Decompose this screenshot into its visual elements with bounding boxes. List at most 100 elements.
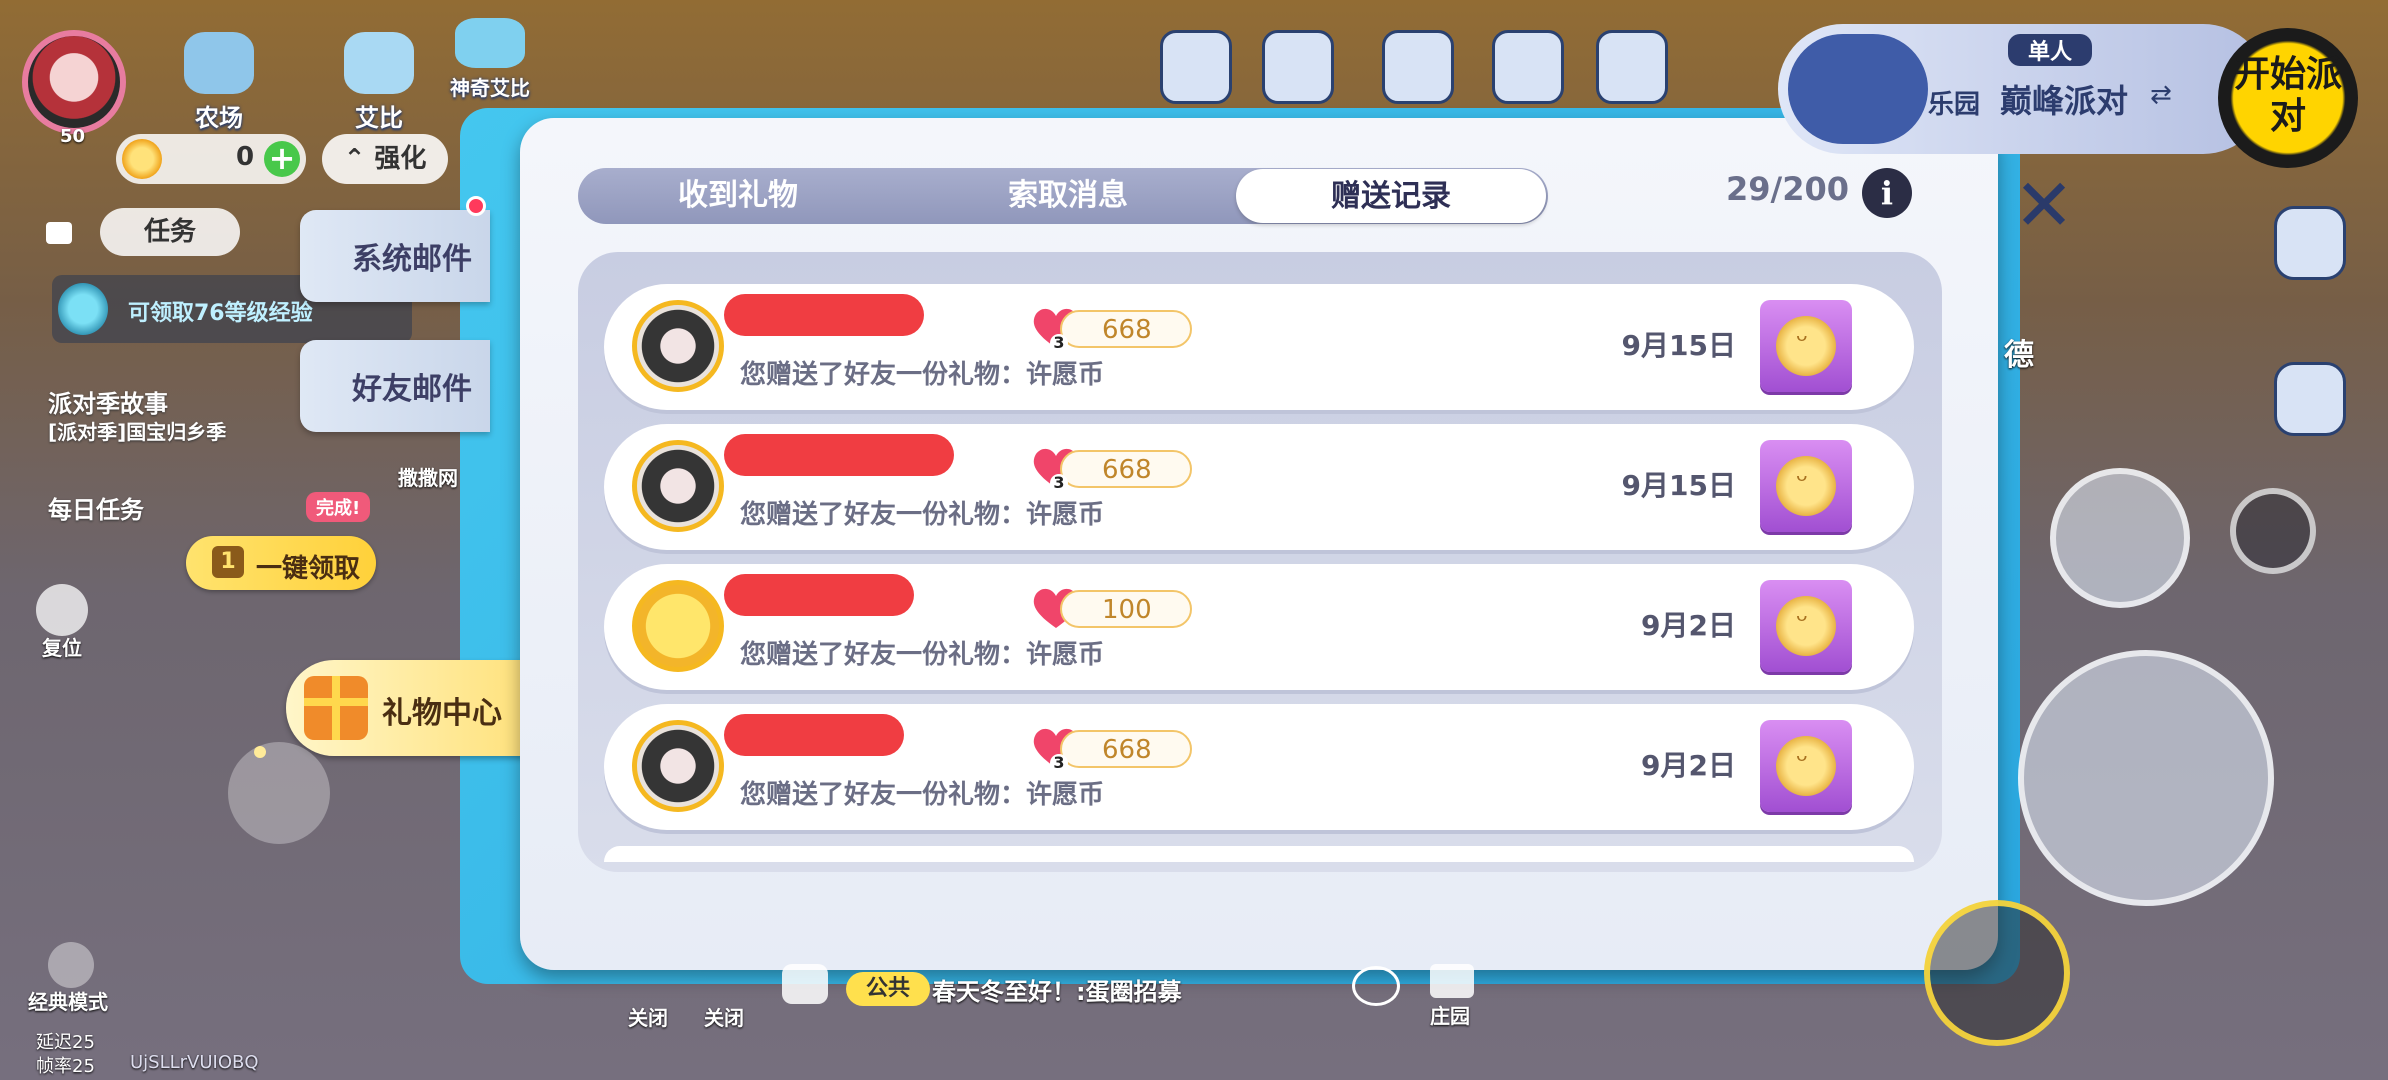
gift-description: 您赠送了好友一份礼物：许愿币	[740, 640, 1105, 670]
abby-button[interactable]: 艾比	[336, 32, 422, 133]
gift-center-tab[interactable]: 礼物中心	[286, 660, 526, 756]
gift-date: 9月2日	[1641, 749, 1736, 782]
manual-icon[interactable]	[1262, 30, 1334, 104]
wrench-icon	[1788, 34, 1928, 144]
heart-level-badge: 3	[1050, 754, 1068, 772]
chat-icon[interactable]	[782, 964, 828, 1004]
wish-coin-item[interactable]	[1760, 300, 1852, 392]
add-currency-button[interactable]: +	[264, 141, 300, 177]
gift-record-row: 100 您赠送了好友一份礼物：许愿币 9月2日	[604, 564, 1914, 690]
abby-label: 艾比	[355, 104, 403, 132]
task-tab[interactable]: 任务	[100, 208, 240, 256]
misc-left-text: 撒撒网	[398, 466, 458, 490]
magic-abby-label: 神奇艾比	[450, 76, 530, 100]
single-mode-label: 单人	[2008, 34, 2093, 66]
abby-icon	[344, 32, 414, 94]
player-avatar[interactable]	[22, 30, 126, 134]
latency-text: 延迟25	[36, 1032, 95, 1053]
wish-coin-icon	[1776, 456, 1836, 516]
partial-next-row	[604, 846, 1914, 862]
close-icon[interactable]: ✕	[2004, 160, 2084, 250]
intimacy-value-pill: 668	[1060, 310, 1192, 348]
emote-button[interactable]	[2050, 468, 2190, 608]
fps-text: 帧率25	[36, 1056, 95, 1077]
potion-icon	[58, 283, 108, 335]
wish-coin-icon	[1776, 736, 1836, 796]
backpack-icon[interactable]	[2274, 206, 2346, 280]
wish-coin-icon	[1776, 316, 1836, 376]
eye-icon[interactable]	[48, 942, 94, 988]
mode-selector[interactable]: 乐园 单人 巅峰派对 ⇄	[1778, 24, 2268, 154]
gift-description: 您赠送了好友一份礼物：许愿币	[740, 360, 1105, 390]
close-chat-label[interactable]: 关闭	[704, 1002, 744, 1031]
tab-received-gifts[interactable]: 收到礼物	[578, 168, 898, 224]
jump-button[interactable]	[2018, 650, 2274, 906]
tab-request-messages[interactable]: 索取消息	[908, 168, 1228, 224]
redacted-friend-name	[724, 294, 924, 336]
abby-shop-icon[interactable]	[1596, 30, 1668, 104]
chat-bubble-icon[interactable]	[46, 222, 72, 244]
one-click-claim-button[interactable]: 1 一键领取	[186, 536, 376, 590]
info-icon[interactable]: i	[1862, 168, 1912, 218]
reset-label: 复位	[42, 636, 82, 660]
gift-description: 您赠送了好友一份礼物：许愿币	[740, 780, 1105, 810]
story-subtitle: [派对季]国宝归乡季	[48, 420, 227, 444]
gift-date: 9月15日	[1621, 469, 1736, 502]
tab-gift-records[interactable]: 赠送记录	[1236, 169, 1546, 223]
friend-avatar[interactable]	[632, 300, 724, 392]
daily-task-title[interactable]: 每日任务	[48, 490, 144, 525]
redacted-friend-name	[724, 574, 914, 616]
system-mail-tab[interactable]: 系统邮件	[300, 210, 490, 302]
redacted-friend-name	[724, 434, 954, 476]
farm-icon	[184, 32, 254, 94]
intimacy-value: 668	[1102, 315, 1152, 345]
hot-sale-icon[interactable]	[1160, 30, 1232, 104]
friend-avatar[interactable]	[632, 720, 724, 812]
wish-coin-item[interactable]	[1760, 580, 1852, 672]
skill-button[interactable]	[1924, 900, 2070, 1046]
enhance-button[interactable]: ⌃ 强化	[322, 134, 448, 184]
reset-icon[interactable]	[36, 584, 88, 636]
gift-center-label: 礼物中心	[382, 696, 502, 731]
wish-coin-icon	[1776, 596, 1836, 656]
system-mail-label: 系统邮件	[352, 242, 472, 277]
friend-mail-tab[interactable]: 好友邮件	[300, 340, 490, 432]
sunglasses-icon[interactable]	[2230, 488, 2316, 574]
manor-label: 庄园	[1430, 1004, 1470, 1028]
enhance-label: 强化	[374, 144, 427, 174]
intimacy-value: 668	[1102, 735, 1152, 765]
chat-message[interactable]: 春天冬至好！:蛋圈招募	[932, 972, 1182, 1007]
intimacy-value: 668	[1102, 455, 1152, 485]
friend-avatar[interactable]	[632, 440, 724, 532]
close-voice-label[interactable]: 关闭	[628, 1002, 668, 1031]
coin-icon	[122, 139, 162, 179]
friend-avatar[interactable]	[632, 580, 724, 672]
house-icon[interactable]	[1382, 30, 1454, 104]
intimacy-value-pill: 668	[1060, 450, 1192, 488]
public-channel-badge[interactable]: 公共	[846, 972, 930, 1006]
chevron-up-icon: ⌃	[343, 144, 375, 174]
dialog-tab-bar: 收到礼物 索取消息 赠送记录	[578, 168, 1548, 224]
wish-coin-item[interactable]	[1760, 440, 1852, 532]
mall-icon[interactable]	[1492, 30, 1564, 104]
farm-label: 农场	[195, 104, 243, 132]
gift-date: 9月2日	[1641, 609, 1736, 642]
park-label: 乐园	[1928, 90, 1981, 120]
wish-coin-item[interactable]	[1760, 720, 1852, 812]
start-party-button[interactable]: 开始派对	[2218, 28, 2358, 168]
gift-record-row: 668 3 您赠送了好友一份礼物：许愿币 9月15日	[604, 424, 1914, 550]
speech-bubble-icon[interactable]	[1352, 966, 1400, 1006]
heart-level-badge: 3	[1050, 334, 1068, 352]
intimacy-value-pill: 668	[1060, 730, 1192, 768]
shoe-icon[interactable]	[2274, 362, 2346, 436]
manor-icon[interactable]	[1430, 964, 1474, 998]
swap-icon[interactable]: ⇄	[2150, 80, 2172, 110]
currency-amount: 0	[236, 142, 255, 172]
magic-abby-button[interactable]: 神奇艾比	[440, 18, 540, 101]
intimacy-value: 100	[1102, 595, 1152, 625]
story-title[interactable]: 派对季故事	[48, 384, 168, 419]
peak-party-label: 巅峰派对	[2000, 82, 2129, 120]
record-counter: 29/200	[1726, 170, 1850, 208]
farm-button[interactable]: 农场	[176, 32, 262, 133]
joystick[interactable]	[228, 742, 330, 844]
